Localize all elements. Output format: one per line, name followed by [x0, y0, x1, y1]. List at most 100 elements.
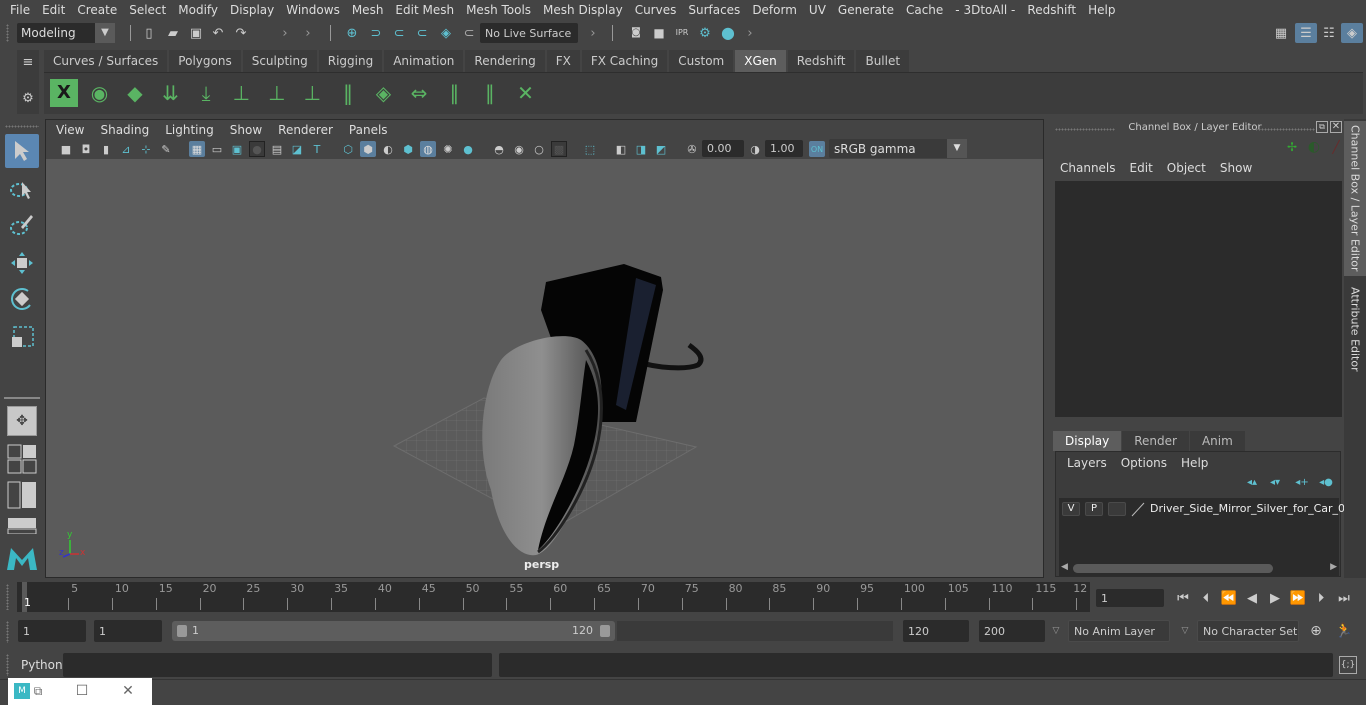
viewport-menu-view[interactable]: View — [48, 123, 92, 137]
horizontal-scrollbar[interactable]: ◀ ▶ — [1059, 562, 1339, 576]
restore-icon[interactable]: ⧉ — [30, 683, 46, 699]
grease-pencil-icon[interactable]: ✎ — [158, 141, 174, 157]
speed-toggle-icon[interactable]: ◐ — [1306, 139, 1322, 155]
menu-mesh-display[interactable]: Mesh Display — [537, 3, 629, 17]
backface-culling-icon[interactable]: ◩ — [653, 141, 669, 157]
grid-toggle-icon[interactable]: ▦ — [189, 141, 205, 157]
drag-handle[interactable] — [6, 654, 9, 676]
current-frame-field[interactable]: 1 — [1096, 589, 1164, 607]
save-scene-icon[interactable]: ▣ — [187, 24, 205, 42]
tab-channel-box-layer-editor[interactable]: Channel Box / Layer Editor — [1344, 121, 1366, 276]
layer-playback-toggle[interactable]: P — [1085, 502, 1103, 516]
collapse-arrow-icon[interactable]: › — [588, 24, 598, 42]
character-set-select[interactable]: No Character Set — [1197, 620, 1299, 642]
script-editor-icon[interactable]: {;} — [1339, 656, 1357, 674]
collapse-arrow-icon[interactable]: › — [280, 24, 290, 42]
menu-mesh[interactable]: Mesh — [346, 3, 390, 17]
shelf-tab-rigging[interactable]: Rigging — [318, 50, 384, 72]
go-to-end-icon[interactable]: ⏭ — [1335, 590, 1353, 606]
xgen-add-guide-icon[interactable]: ⊥ — [228, 79, 256, 107]
collapse-arrow-icon[interactable]: › — [303, 24, 313, 42]
menu-deform[interactable]: Deform — [746, 3, 803, 17]
scrollbar-thumb[interactable] — [1073, 564, 1273, 573]
shadows-icon[interactable]: ✺ — [440, 141, 456, 157]
exposure-icon[interactable]: ✇ — [684, 141, 700, 157]
xgen-guide-bounds-icon[interactable]: ∥ — [476, 79, 504, 107]
menu-generate[interactable]: Generate — [832, 3, 900, 17]
channel-box-menu-show[interactable]: Show — [1213, 161, 1259, 175]
use-all-lights-icon[interactable]: ◍ — [420, 141, 436, 157]
layer-menu-layers[interactable]: Layers — [1060, 456, 1114, 470]
safe-action-icon[interactable]: ◪ — [289, 141, 305, 157]
menu-file[interactable]: File — [4, 3, 36, 17]
pan-zoom-icon[interactable]: ⊹ — [138, 141, 154, 157]
drag-handle[interactable] — [1255, 128, 1315, 131]
render-frame-icon[interactable]: ■ — [650, 24, 668, 42]
playback-end-field[interactable]: 120 — [903, 620, 969, 642]
scroll-left-icon[interactable]: ◀ — [1061, 562, 1068, 572]
move-layer-up-icon[interactable]: ◂▴ — [1244, 476, 1260, 490]
color-management-on-icon[interactable]: ON — [809, 141, 825, 157]
redo-icon[interactable]: ↷ — [232, 24, 250, 42]
drag-handle[interactable] — [5, 125, 39, 128]
smooth-shade-icon[interactable]: ⬢ — [360, 141, 376, 157]
isolate-select-icon[interactable]: ▩ — [551, 141, 567, 157]
new-scene-icon[interactable]: ▯ — [141, 24, 157, 42]
xgen-editor-icon[interactable]: X — [50, 79, 78, 107]
hyperbolic-icon[interactable]: ╱ — [1328, 139, 1344, 155]
menu-uv[interactable]: UV — [803, 3, 832, 17]
range-slider[interactable]: 1 120 — [172, 621, 615, 641]
select-tool-icon[interactable] — [5, 134, 39, 168]
command-language-label[interactable]: Python — [21, 658, 63, 672]
playback-start-field[interactable]: 1 — [94, 620, 162, 642]
layer-display-type-toggle[interactable] — [1108, 502, 1126, 516]
viewport-menu-shading[interactable]: Shading — [92, 123, 157, 137]
four-view-layout-icon[interactable] — [7, 444, 37, 474]
paint-select-tool-icon[interactable] — [5, 208, 39, 242]
tab-attribute-editor[interactable]: Attribute Editor — [1344, 279, 1366, 379]
gamma-icon[interactable]: ◑ — [747, 141, 763, 157]
move-layer-down-icon[interactable]: ◂▾ — [1267, 476, 1283, 490]
menu-display[interactable]: Display — [224, 3, 280, 17]
shelf-tab-bullet[interactable]: Bullet — [856, 50, 911, 72]
viewport-menu-show[interactable]: Show — [222, 123, 270, 137]
collapse-arrow-icon[interactable]: › — [745, 24, 755, 42]
layer-row[interactable]: V P Driver_Side_Mirror_Silver_for_Car_00… — [1059, 498, 1359, 520]
anim-layer-select[interactable]: No Anim Layer — [1068, 620, 1170, 642]
step-forward-key-icon[interactable]: ⏩ — [1289, 590, 1307, 606]
shelf-menu-icon[interactable]: ≡ — [20, 54, 36, 70]
menu-surfaces[interactable]: Surfaces — [682, 3, 746, 17]
ipr-render-icon[interactable]: IPR — [673, 24, 691, 42]
menu-mesh-tools[interactable]: Mesh Tools — [460, 3, 537, 17]
menu-edit[interactable]: Edit — [36, 3, 71, 17]
shelf-tab-polygons[interactable]: Polygons — [169, 50, 242, 72]
scroll-right-icon[interactable]: ▶ — [1330, 562, 1337, 572]
make-live-icon[interactable]: ⊂ — [460, 24, 478, 42]
layer-tab-display[interactable]: Display — [1053, 431, 1122, 451]
menu-curves[interactable]: Curves — [629, 3, 683, 17]
layer-color-icon[interactable] — [1130, 501, 1146, 517]
xgen-length-icon[interactable]: ⇔ — [405, 79, 433, 107]
layer-tab-anim[interactable]: Anim — [1189, 431, 1245, 451]
menu-cache[interactable]: Cache — [900, 3, 949, 17]
layer-tab-render[interactable]: Render — [1122, 431, 1189, 451]
image-plane-icon[interactable]: ⊿ — [118, 141, 134, 157]
new-layer-selected-icon[interactable]: ◂● — [1318, 476, 1334, 490]
character-set-dropdown-icon[interactable]: ▽ — [1179, 624, 1191, 638]
channel-box-menu-edit[interactable]: Edit — [1123, 161, 1160, 175]
motion-blur-icon[interactable]: ◓ — [491, 141, 507, 157]
float-panel-icon[interactable]: ⧉ — [1316, 121, 1328, 133]
single-perspective-layout-icon[interactable]: ✥ — [7, 406, 37, 436]
shelf-settings-gear-icon[interactable]: ⚙ — [20, 90, 36, 106]
attribute-editor-toggle-icon[interactable]: ☰ — [1295, 23, 1317, 43]
viewport-menu-renderer[interactable]: Renderer — [270, 123, 341, 137]
shelf-tab-curves-surfaces[interactable]: Curves / Surfaces — [44, 50, 169, 72]
play-forwards-icon[interactable]: ▶ — [1266, 590, 1284, 606]
shelf-tab-fx-caching[interactable]: FX Caching — [581, 50, 669, 72]
xray-icon[interactable]: ⬚ — [582, 141, 598, 157]
play-backwards-icon[interactable]: ◀ — [1243, 590, 1261, 606]
depth-of-field-icon[interactable]: ○ — [531, 141, 547, 157]
render-settings-icon[interactable]: ⚙ — [696, 24, 714, 42]
viewport-menu-lighting[interactable]: Lighting — [157, 123, 222, 137]
xgen-clear-icon[interactable]: ◆ — [121, 79, 149, 107]
